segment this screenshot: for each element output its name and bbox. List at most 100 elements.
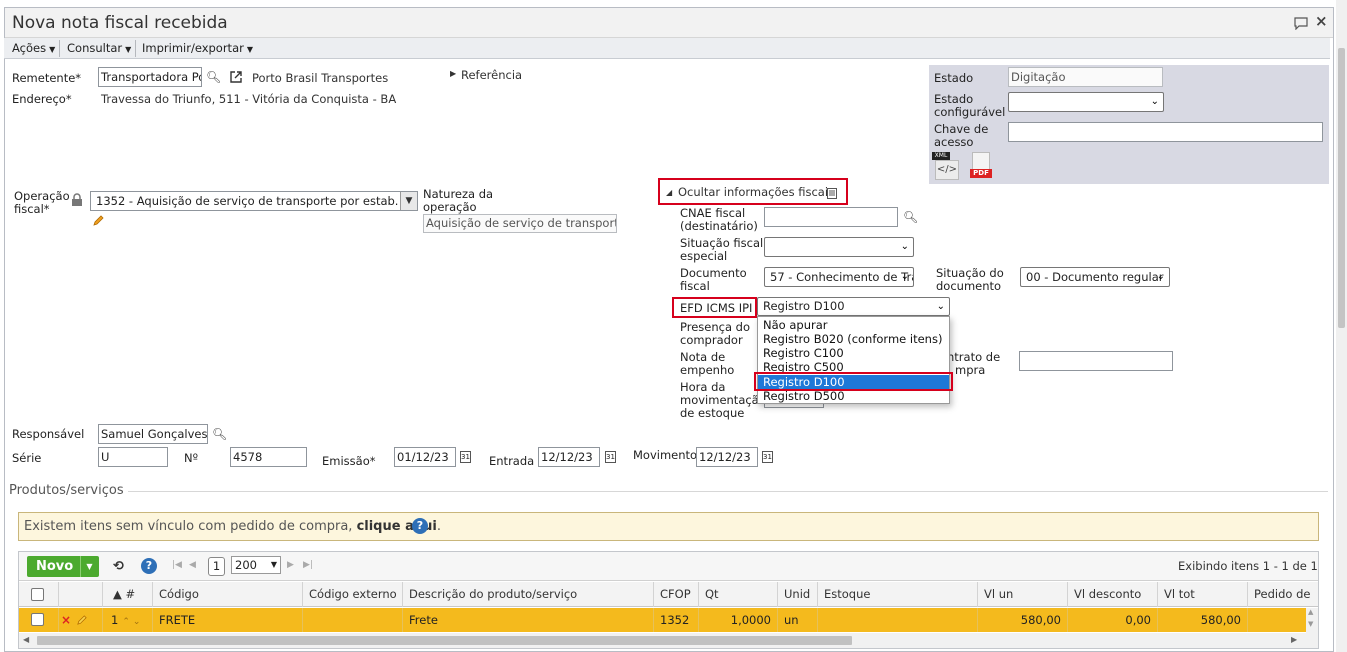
- unid-cell[interactable]: un: [778, 608, 818, 632]
- efd-icms-ipi-select[interactable]: Registro D100 ⌄: [757, 297, 950, 316]
- efd-option[interactable]: Registro D500: [762, 389, 948, 403]
- menu-bar: Ações ▼ Consultar ▼ Imprimir/exportar ▼: [4, 38, 1330, 59]
- column-header[interactable]: Estoque: [818, 582, 978, 607]
- search-icon[interactable]: 🔍︎: [903, 210, 918, 224]
- sort-number-header[interactable]: ▲ #: [103, 582, 153, 607]
- menu-acoes[interactable]: Ações ▼: [8, 40, 61, 57]
- qt-cell[interactable]: 1,0000: [699, 608, 778, 632]
- row-checkbox[interactable]: [31, 613, 44, 626]
- scroll-up-icon[interactable]: ▲: [1308, 608, 1313, 616]
- chevron-down-icon: ▼: [270, 560, 277, 569]
- first-page-icon[interactable]: |◀: [172, 560, 182, 570]
- estoque-cell[interactable]: [818, 608, 978, 632]
- delete-icon[interactable]: ×: [61, 608, 71, 632]
- page-scroll-thumb[interactable]: [1338, 48, 1345, 328]
- move-down-icon[interactable]: ⌄: [133, 617, 141, 627]
- search-icon[interactable]: 🔍︎: [212, 427, 227, 441]
- dropdown-arrow-icon[interactable]: ▼: [400, 192, 417, 210]
- situacao-documento-select[interactable]: 00 - Documento regular ⌄: [1020, 267, 1170, 287]
- horizontal-scrollbar[interactable]: ◀ ▶: [19, 633, 1306, 648]
- move-up-icon[interactable]: ⌃: [122, 617, 130, 627]
- novo-button[interactable]: Novo ▼: [27, 556, 99, 577]
- chave-acesso-input[interactable]: [1008, 122, 1323, 142]
- responsavel-input[interactable]: Samuel Gonçalves: [98, 424, 208, 444]
- cnae-label-2: (destinatário): [680, 219, 758, 233]
- column-header[interactable]: Unid: [778, 582, 818, 607]
- efd-label: EFD ICMS IPI: [680, 301, 753, 315]
- next-page-icon[interactable]: ▶: [287, 560, 294, 570]
- select-all-checkbox[interactable]: [31, 588, 44, 601]
- menu-imprimir[interactable]: Imprimir/exportar ▼: [138, 40, 257, 57]
- page-size-value: 200: [235, 558, 257, 572]
- column-header[interactable]: Vl desconto: [1068, 582, 1158, 607]
- scroll-left-icon[interactable]: ◀: [23, 635, 29, 644]
- search-icon[interactable]: 🔍︎: [206, 70, 221, 84]
- page-scrollbar[interactable]: [1336, 0, 1347, 652]
- vl-un-cell[interactable]: 580,00: [978, 608, 1068, 632]
- ocultar-fiscais-toggle[interactable]: Ocultar informações fiscais: [678, 185, 834, 199]
- pencil-icon[interactable]: [76, 614, 88, 626]
- contrato-input[interactable]: [1019, 351, 1173, 371]
- help-icon[interactable]: ?: [412, 518, 428, 534]
- xml-download-icon[interactable]: XML </>: [932, 152, 960, 180]
- cfop-cell[interactable]: 1352: [654, 608, 699, 632]
- endereco-label: Endereço*: [12, 92, 72, 106]
- column-header[interactable]: Vl un: [978, 582, 1068, 607]
- help-icon[interactable]: ?: [141, 558, 157, 574]
- page-number[interactable]: 1: [208, 557, 225, 576]
- efd-option[interactable]: Registro C100: [762, 346, 948, 360]
- serie-input[interactable]: U: [98, 447, 168, 467]
- column-header[interactable]: Código: [153, 582, 303, 607]
- cnae-input[interactable]: [764, 207, 898, 227]
- column-header[interactable]: CFOP: [654, 582, 699, 607]
- scroll-right-icon[interactable]: ▶: [1291, 635, 1297, 644]
- last-page-icon[interactable]: ▶|: [303, 560, 313, 570]
- window-title: Nova nota fiscal recebida: [12, 13, 228, 33]
- codigo-externo-cell[interactable]: [303, 608, 403, 632]
- efd-option[interactable]: Registro B020 (conforme itens): [762, 332, 948, 346]
- calendar-icon[interactable]: 31: [605, 451, 616, 463]
- chevron-down-icon: ▼: [246, 45, 253, 54]
- external-link-icon[interactable]: [229, 70, 243, 84]
- table-row[interactable]: × 1 ⌃ ⌄ FRETE Frete 1352 1,0000 un 580,00 …: [19, 608, 1306, 632]
- column-header[interactable]: Descrição do produto/serviço: [403, 582, 654, 607]
- entrada-label: Entrada: [489, 454, 535, 468]
- calendar-icon[interactable]: 31: [762, 451, 773, 463]
- remetente-input[interactable]: Transportadora Porto: [98, 67, 202, 87]
- numero-input[interactable]: 4578: [230, 447, 307, 467]
- vl-desconto-cell[interactable]: 0,00: [1068, 608, 1158, 632]
- calendar-icon[interactable]: 31: [460, 451, 471, 463]
- movimento-input[interactable]: 12/12/23: [696, 447, 758, 467]
- efd-option[interactable]: Não apurar: [762, 318, 948, 332]
- refresh-icon[interactable]: ⟲: [113, 559, 124, 574]
- pencil-icon[interactable]: [92, 214, 105, 227]
- estado-configuravel-select[interactable]: ⌄: [1008, 92, 1164, 112]
- chevron-down-icon[interactable]: ▼: [80, 556, 98, 577]
- pdf-download-icon[interactable]: PDF: [970, 152, 994, 180]
- menu-consultar[interactable]: Consultar ▼: [63, 40, 137, 57]
- codigo-cell[interactable]: FRETE: [153, 608, 303, 632]
- vertical-scrollbar[interactable]: ▲ ▼: [1306, 608, 1318, 648]
- column-header[interactable]: Pedido de: [1248, 582, 1318, 607]
- referencia-link[interactable]: Referência: [461, 68, 522, 82]
- documento-fiscal-select[interactable]: 57 - Conhecimento de Transporte Eletrôni…: [764, 267, 914, 287]
- descricao-cell[interactable]: Frete: [403, 608, 654, 632]
- column-header[interactable]: Vl tot: [1158, 582, 1248, 607]
- vl-tot-cell[interactable]: 580,00: [1158, 608, 1248, 632]
- pedido-cell[interactable]: [1248, 608, 1306, 632]
- close-icon[interactable]: ×: [1315, 12, 1328, 30]
- horizontal-scroll-thumb[interactable]: [37, 636, 852, 645]
- hora-label-3: de estoque: [680, 406, 745, 420]
- emissao-input[interactable]: 01/12/23: [394, 447, 456, 467]
- prev-page-icon[interactable]: ◀: [189, 560, 196, 570]
- endereco-value: Travessa do Triunfo, 511 - Vitória da Co…: [101, 92, 397, 106]
- novo-label: Novo: [36, 559, 74, 574]
- scroll-down-icon[interactable]: ▼: [1308, 620, 1313, 628]
- situacao-especial-select[interactable]: ⌄: [764, 237, 914, 257]
- column-header[interactable]: Qt: [699, 582, 778, 607]
- chat-icon[interactable]: [1293, 16, 1309, 30]
- operacao-fiscal-select[interactable]: 1352 - Aquisição de serviço de transport…: [90, 191, 418, 211]
- page-size-select[interactable]: 200 ▼: [231, 556, 281, 574]
- entrada-input[interactable]: 12/12/23: [538, 447, 600, 467]
- column-header[interactable]: Código externo: [303, 582, 403, 607]
